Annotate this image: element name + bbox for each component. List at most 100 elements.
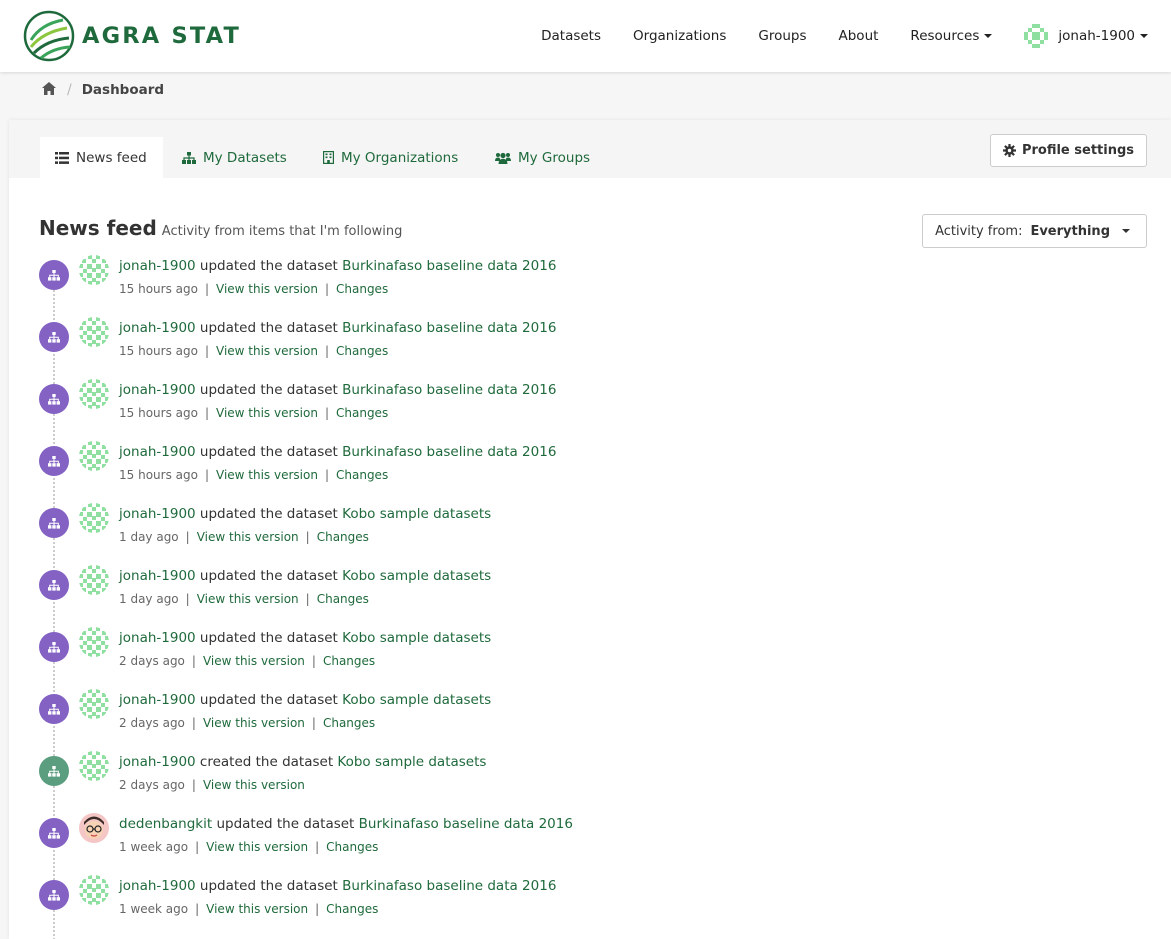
- view-version-link[interactable]: View this version: [203, 716, 305, 730]
- separator: |: [311, 716, 316, 730]
- activity-user-link[interactable]: jonah-1900: [119, 320, 196, 336]
- changes-link[interactable]: Changes: [323, 716, 375, 730]
- activity-dataset-link[interactable]: Kobo sample datasets: [342, 630, 491, 646]
- separator: |: [204, 344, 209, 358]
- activity-time: 15 hours ago: [119, 282, 198, 296]
- changes-link[interactable]: Changes: [336, 468, 388, 482]
- nav-user-menu[interactable]: jonah-1900: [1024, 24, 1148, 48]
- profile-settings-button[interactable]: Profile settings: [989, 134, 1147, 167]
- activity-dataset-link[interactable]: Kobo sample datasets: [342, 692, 491, 708]
- users-icon: [495, 152, 511, 164]
- user-avatar[interactable]: [79, 317, 109, 347]
- activity-dataset-link[interactable]: Burkinafaso baseline data 2016: [342, 878, 556, 894]
- activity-user-link[interactable]: jonah-1900: [119, 754, 196, 770]
- gear-icon: [1002, 144, 1016, 157]
- activity-user-link[interactable]: dedenbangkit: [119, 816, 212, 832]
- changes-link[interactable]: Changes: [326, 840, 378, 854]
- activity-user-link[interactable]: jonah-1900: [119, 506, 196, 522]
- separator: |: [191, 778, 196, 792]
- nav-groups[interactable]: Groups: [758, 28, 806, 44]
- activity-action: updated the dataset: [199, 568, 338, 584]
- view-version-link[interactable]: View this version: [216, 344, 318, 358]
- activity-user-link[interactable]: jonah-1900: [119, 444, 196, 460]
- activity-dataset-link[interactable]: Kobo sample datasets: [337, 754, 486, 770]
- tab-label: My Organizations: [341, 149, 459, 166]
- activity-time: 1 week ago: [119, 840, 189, 854]
- user-avatar[interactable]: [79, 565, 109, 595]
- view-version-link[interactable]: View this version: [203, 654, 305, 668]
- nav-organizations[interactable]: Organizations: [633, 28, 726, 44]
- separator: |: [185, 592, 190, 606]
- activity-user-link[interactable]: jonah-1900: [119, 630, 196, 646]
- activity-filter-dropdown[interactable]: Activity from: Everything: [922, 214, 1147, 248]
- sitemap-icon: [182, 151, 196, 164]
- user-avatar[interactable]: [79, 503, 109, 533]
- activity-item: dedenbangkit updated the dataset Burkina…: [9, 813, 1109, 875]
- user-avatar[interactable]: [79, 255, 109, 285]
- activity-action: updated the dataset: [199, 258, 338, 274]
- activity-time: 2 days ago: [119, 778, 185, 792]
- activity-summary: dedenbangkit updated the dataset Burkina…: [119, 816, 573, 832]
- changes-link[interactable]: Changes: [336, 282, 388, 296]
- tab-news-feed[interactable]: News feed: [40, 137, 163, 178]
- user-avatar[interactable]: [79, 441, 109, 471]
- dataset-activity-icon: [39, 756, 69, 786]
- separator: |: [311, 654, 316, 668]
- activity-dataset-link[interactable]: Kobo sample datasets: [342, 568, 491, 584]
- user-avatar[interactable]: [79, 751, 109, 781]
- view-version-link[interactable]: View this version: [216, 406, 318, 420]
- main-nav: Datasets Organizations Groups About Reso…: [541, 0, 1148, 72]
- tab-my-datasets[interactable]: My Datasets: [167, 137, 302, 178]
- separator: |: [324, 282, 329, 296]
- view-version-link[interactable]: View this version: [197, 530, 299, 544]
- changes-link[interactable]: Changes: [326, 902, 378, 916]
- separator: |: [191, 716, 196, 730]
- separator: |: [305, 592, 310, 606]
- view-version-link[interactable]: View this version: [206, 902, 308, 916]
- activity-dataset-link[interactable]: Kobo sample datasets: [342, 506, 491, 522]
- separator: |: [195, 902, 200, 916]
- changes-link[interactable]: Changes: [323, 654, 375, 668]
- view-version-link[interactable]: View this version: [216, 468, 318, 482]
- separator: |: [204, 282, 209, 296]
- user-avatar[interactable]: [79, 813, 109, 843]
- activity-meta: 1 day ago | View this version | Changes: [119, 592, 369, 606]
- changes-link[interactable]: Changes: [317, 592, 369, 606]
- activity-user-link[interactable]: jonah-1900: [119, 878, 196, 894]
- activity-dataset-link[interactable]: Burkinafaso baseline data 2016: [359, 816, 573, 832]
- changes-link[interactable]: Changes: [336, 406, 388, 420]
- activity-dataset-link[interactable]: Burkinafaso baseline data 2016: [342, 258, 556, 274]
- activity-dataset-link[interactable]: Burkinafaso baseline data 2016: [342, 444, 556, 460]
- activity-time: 1 day ago: [119, 592, 179, 606]
- view-version-link[interactable]: View this version: [216, 282, 318, 296]
- user-avatar[interactable]: [79, 875, 109, 905]
- view-version-link[interactable]: View this version: [197, 592, 299, 606]
- tab-my-groups[interactable]: My Groups: [480, 137, 605, 178]
- user-avatar[interactable]: [79, 379, 109, 409]
- nav-about[interactable]: About: [839, 28, 879, 44]
- view-version-link[interactable]: View this version: [203, 778, 305, 792]
- view-version-link[interactable]: View this version: [206, 840, 308, 854]
- user-avatar[interactable]: [79, 627, 109, 657]
- tab-label: My Groups: [518, 149, 591, 166]
- site-logo[interactable]: AGRA STAT: [23, 10, 241, 62]
- activity-user-link[interactable]: jonah-1900: [119, 258, 196, 274]
- activity-user-link[interactable]: jonah-1900: [119, 568, 196, 584]
- activity-action: updated the dataset: [199, 444, 338, 460]
- activity-dataset-link[interactable]: Burkinafaso baseline data 2016: [342, 382, 556, 398]
- activity-user-link[interactable]: jonah-1900: [119, 692, 196, 708]
- activity-dataset-link[interactable]: Burkinafaso baseline data 2016: [342, 320, 556, 336]
- nav-resources-dropdown[interactable]: Resources: [910, 28, 993, 44]
- changes-link[interactable]: Changes: [336, 344, 388, 358]
- user-avatar[interactable]: [79, 689, 109, 719]
- page-subtitle: Activity from items that I'm following: [161, 224, 403, 239]
- activity-meta: 15 hours ago | View this version | Changes: [119, 406, 388, 420]
- activity-user-link[interactable]: jonah-1900: [119, 382, 196, 398]
- tab-my-organizations[interactable]: My Organizations: [308, 137, 473, 178]
- nav-datasets[interactable]: Datasets: [541, 28, 601, 44]
- page-title: News feed: [39, 216, 157, 240]
- dataset-activity-icon: [39, 880, 69, 910]
- breadcrumb-home[interactable]: [42, 81, 56, 99]
- changes-link[interactable]: Changes: [317, 530, 369, 544]
- activity-meta: 1 week ago | View this version | Changes: [119, 902, 378, 916]
